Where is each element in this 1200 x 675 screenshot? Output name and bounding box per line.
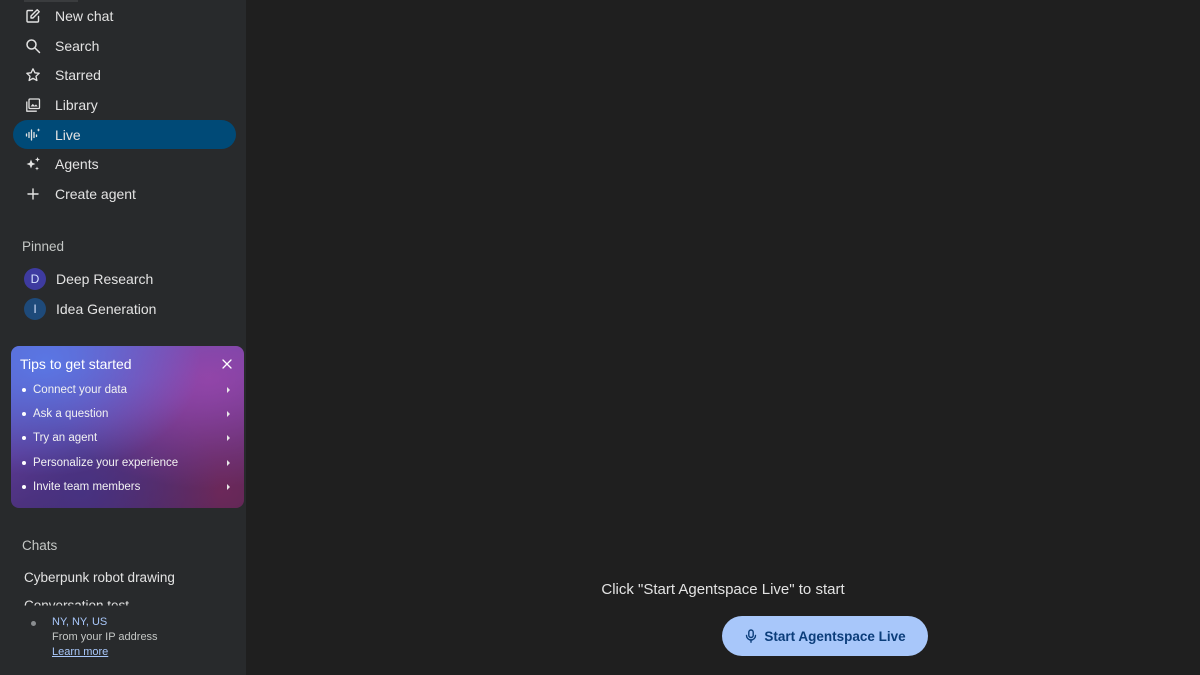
chevron-right-icon — [227, 411, 230, 418]
library-icon — [25, 97, 41, 113]
chats-section-title: Chats — [22, 538, 58, 553]
sidebar-item-label: Create agent — [55, 185, 136, 202]
sidebar-item-starred[interactable]: Starred — [13, 60, 236, 90]
chevron-right-icon — [227, 483, 230, 490]
sidebar-nav: New chat Search Starred Library Live Age… — [0, 1, 246, 209]
sidebar-item-search[interactable]: Search — [13, 31, 236, 61]
start-button-label: Start Agentspace Live — [764, 628, 906, 644]
sidebar-item-agents[interactable]: Agents — [13, 149, 236, 179]
sidebar-item-label: Agents — [55, 156, 99, 173]
pinned-item-deep-research[interactable]: D Deep Research — [0, 264, 246, 294]
tip-try-agent[interactable]: Try an agent — [11, 426, 244, 450]
tips-list: Connect your data Ask a question Try an … — [11, 378, 244, 499]
pinned-item-label: Idea Generation — [56, 301, 157, 317]
location-source: From your IP address — [52, 631, 158, 643]
tip-label: Try an agent — [33, 432, 98, 445]
app-window: New chat Search Starred Library Live Age… — [0, 0, 1200, 675]
search-icon — [25, 38, 41, 54]
new-chat-icon — [25, 8, 41, 24]
close-icon[interactable] — [221, 358, 233, 370]
chat-item[interactable]: Cyberpunk robot drawing — [24, 570, 175, 585]
pinned-section-title: Pinned — [22, 239, 65, 254]
chevron-right-icon — [227, 459, 230, 466]
tip-invite-team[interactable]: Invite team members — [11, 475, 244, 499]
tip-label: Ask a question — [33, 408, 109, 421]
microphone-icon — [746, 629, 757, 643]
avatar: I — [24, 298, 46, 320]
tips-title: Tips to get started — [20, 356, 132, 372]
tip-connect-data[interactable]: Connect your data — [11, 378, 244, 402]
tip-personalize[interactable]: Personalize your experience — [11, 451, 244, 475]
sidebar-item-label: New chat — [55, 7, 114, 24]
location-dot-icon — [31, 621, 36, 626]
tip-label: Invite team members — [33, 480, 141, 493]
bullet-icon — [22, 412, 26, 417]
star-icon — [25, 67, 41, 83]
tip-ask-question[interactable]: Ask a question — [11, 402, 244, 426]
sidebar-item-create-agent[interactable]: Create agent — [13, 179, 236, 209]
sidebar-item-label: Starred — [55, 67, 101, 84]
bullet-icon — [22, 436, 26, 441]
sidebar-item-label: Search — [55, 37, 100, 54]
sidebar-item-library[interactable]: Library — [13, 90, 236, 120]
avatar: D — [24, 268, 46, 290]
bullet-icon — [22, 460, 26, 465]
location-footer: NY, NY, US From your IP address Learn mo… — [0, 612, 246, 675]
pinned-item-label: Deep Research — [56, 271, 154, 287]
plus-icon — [25, 186, 41, 202]
sidebar: New chat Search Starred Library Live Age… — [0, 0, 246, 675]
start-agentspace-live-button[interactable]: Start Agentspace Live — [722, 616, 928, 656]
learn-more-link[interactable]: Learn more — [52, 646, 108, 658]
pinned-list: D Deep Research I Idea Generation — [0, 264, 246, 324]
bullet-icon — [22, 388, 26, 393]
bullet-icon — [22, 484, 26, 489]
chevron-right-icon — [227, 435, 230, 442]
pinned-item-idea-generation[interactable]: I Idea Generation — [0, 294, 246, 324]
tip-label: Personalize your experience — [33, 456, 179, 469]
main-panel: Click "Start Agentspace Live" to start S… — [246, 0, 1200, 675]
live-start-prompt: Click "Start Agentspace Live" to start — [601, 581, 845, 598]
sidebar-item-new-chat[interactable]: New chat — [13, 1, 236, 31]
location-city: NY, NY, US — [52, 616, 108, 628]
sidebar-item-label: Live — [55, 126, 81, 143]
sidebar-item-label: Library — [55, 96, 98, 113]
chevron-right-icon — [227, 387, 230, 393]
tips-card: Tips to get started Connect your data As… — [11, 346, 244, 508]
live-waveform-icon — [25, 127, 41, 143]
sparkle-icon — [25, 156, 41, 172]
tip-label: Connect your data — [33, 384, 127, 397]
sidebar-item-live[interactable]: Live — [13, 119, 236, 150]
